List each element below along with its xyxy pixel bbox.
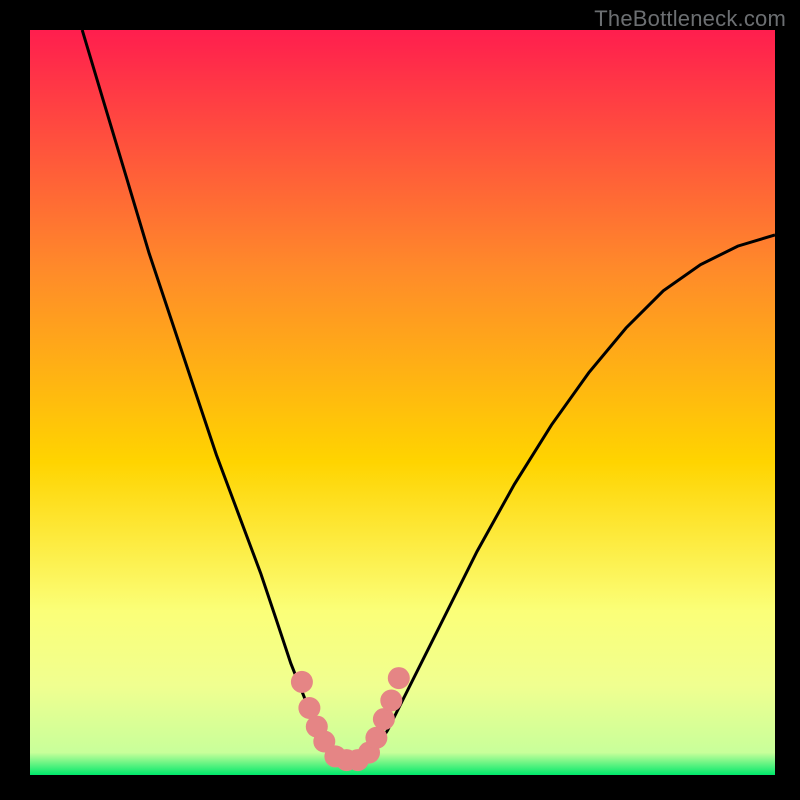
watermark-text: TheBottleneck.com [594,6,786,32]
marker-dot [388,667,410,689]
plot-area [30,30,775,775]
marker-dot [291,671,313,693]
marker-dot [380,690,402,712]
marker-dot [365,727,387,749]
bottleneck-chart [0,0,800,800]
